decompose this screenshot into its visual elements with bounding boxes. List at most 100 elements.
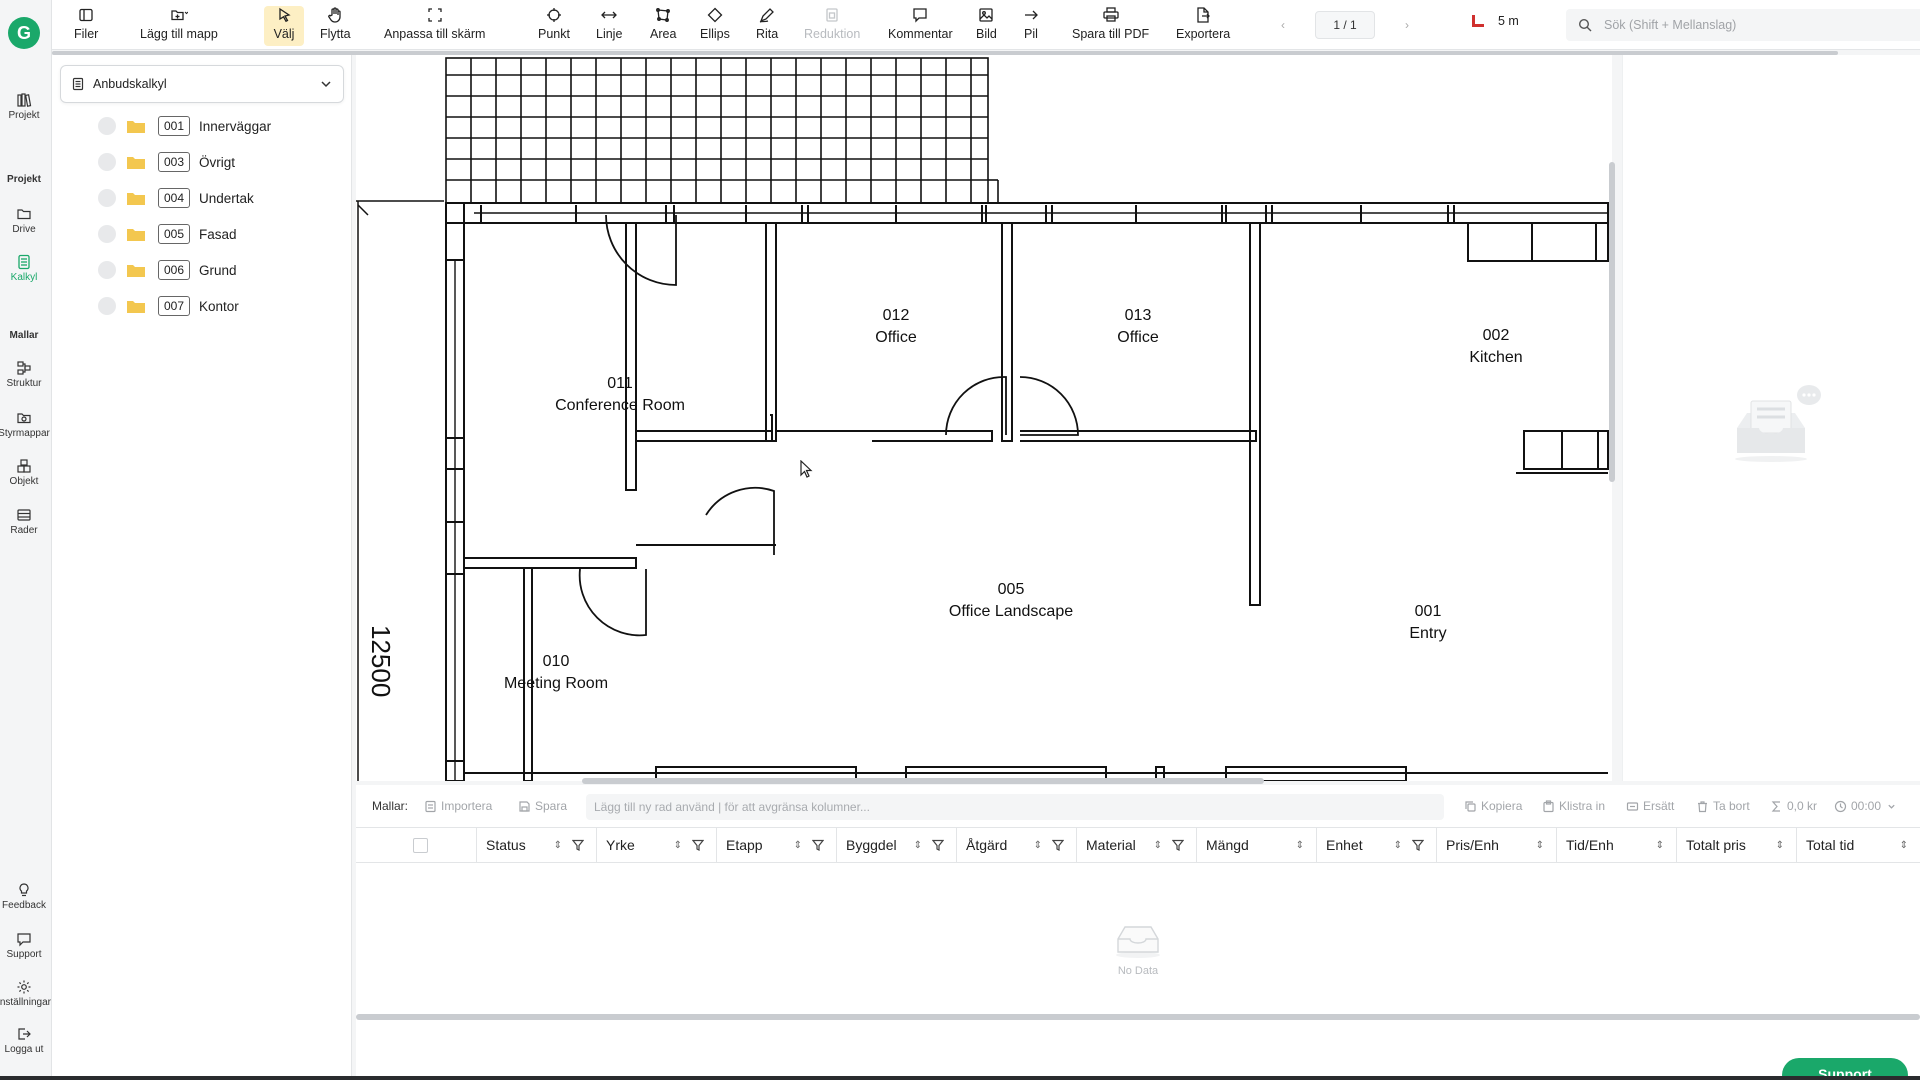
tree-item[interactable]: 007 Kontor	[98, 292, 348, 320]
kopiera-button[interactable]: Kopiera	[1464, 799, 1522, 813]
ta-bort-button[interactable]: Ta bort	[1696, 799, 1750, 813]
canvas-vertical-scrollbar[interactable]	[1609, 162, 1615, 482]
room-label-012[interactable]: 012 Office	[875, 305, 917, 349]
prev-page-icon[interactable]: ‹	[1281, 18, 1285, 32]
rail-feedback[interactable]: Feedback	[0, 882, 48, 911]
room-label-001[interactable]: 001 Entry	[1409, 601, 1446, 645]
column-header-status[interactable]: Status ⇕	[476, 828, 596, 862]
column-header-etapp[interactable]: Etapp ⇕	[716, 828, 836, 862]
rail-projekt[interactable]: Projekt	[0, 92, 48, 121]
tree-item[interactable]: 006 Grund	[98, 256, 348, 284]
tree-item[interactable]: 003 Övrigt	[98, 148, 348, 176]
sort-icon[interactable]: ⇕	[1296, 840, 1304, 851]
klistra-in-button[interactable]: Klistra in	[1542, 799, 1605, 813]
ersatt-button[interactable]: Ersätt	[1626, 799, 1674, 813]
column-header-enhet[interactable]: Enhet ⇕	[1316, 828, 1436, 862]
sort-icon[interactable]: ⇕	[1034, 840, 1042, 851]
filter-icon[interactable]	[1052, 839, 1064, 851]
tree-item[interactable]: 001 Innerväggar	[98, 112, 348, 140]
lagg-till-mapp-button[interactable]: Lägg till mapp	[136, 6, 222, 46]
punkt-button[interactable]: Punkt	[534, 6, 574, 46]
item-label: Innerväggar	[199, 118, 272, 134]
search-bar[interactable]	[1566, 9, 1920, 41]
column-header-material[interactable]: Material ⇕	[1076, 828, 1196, 862]
scale-indicator[interactable]: 5 m	[1472, 14, 1519, 28]
item-radio[interactable]	[98, 117, 116, 135]
rail-drive[interactable]: Drive	[0, 206, 48, 235]
room-label-011[interactable]: 011 Conference Room	[555, 373, 685, 417]
bild-button[interactable]: Bild	[972, 6, 1001, 46]
importera-button[interactable]: Importera	[424, 799, 492, 813]
item-radio[interactable]	[98, 261, 116, 279]
rita-button[interactable]: Rita	[752, 6, 782, 46]
page-indicator[interactable]: 1 / 1	[1315, 11, 1375, 39]
exportera-button[interactable]: Exportera	[1172, 6, 1234, 46]
sort-icon[interactable]: ⇕	[794, 840, 802, 851]
room-label-013[interactable]: 013 Office	[1117, 305, 1159, 349]
sort-icon[interactable]: ⇕	[1536, 840, 1544, 851]
rail-struktur[interactable]: Struktur	[0, 360, 48, 389]
sort-icon[interactable]: ⇕	[1776, 840, 1784, 851]
search-input[interactable]	[1604, 18, 1920, 32]
sort-icon[interactable]: ⇕	[1154, 840, 1162, 851]
column-header-totalt-pris[interactable]: Totalt pris ⇕	[1676, 828, 1796, 862]
rail-kalkyl[interactable]: Kalkyl	[0, 254, 48, 283]
filter-icon[interactable]	[1412, 839, 1424, 851]
linje-button[interactable]: Linje	[592, 6, 626, 46]
rail-objekt[interactable]: Objekt	[0, 458, 48, 487]
filter-icon[interactable]	[692, 839, 704, 851]
room-label-010[interactable]: 010 Meeting Room	[504, 651, 608, 695]
kommentar-button[interactable]: Kommentar	[884, 6, 957, 46]
filter-icon[interactable]	[1172, 839, 1184, 851]
valj-button[interactable]: Välj	[264, 6, 304, 46]
column-header-atgard[interactable]: Åtgärd ⇕	[956, 828, 1076, 862]
app-logo[interactable]: G	[8, 17, 40, 49]
filter-icon[interactable]	[932, 839, 944, 851]
item-radio[interactable]	[98, 153, 116, 171]
column-header-pris-enh[interactable]: Pris/Enh ⇕	[1436, 828, 1556, 862]
next-page-icon[interactable]: ›	[1405, 18, 1409, 32]
pil-button[interactable]: Pil	[1018, 6, 1044, 46]
item-radio[interactable]	[98, 189, 116, 207]
rail-styrmappar[interactable]: Styrmappar	[0, 410, 50, 439]
sort-icon[interactable]: ⇕	[674, 840, 682, 851]
rail-logga-ut[interactable]: Logga ut	[0, 1026, 48, 1055]
sort-icon[interactable]: ⇕	[1900, 840, 1908, 851]
new-row-input[interactable]	[594, 800, 1436, 814]
spara-button[interactable]: Spara	[518, 799, 567, 813]
rail-support[interactable]: Support	[0, 931, 48, 960]
canvas-horizontal-scrollbar[interactable]	[582, 778, 1264, 784]
sort-icon[interactable]: ⇕	[1394, 840, 1402, 851]
column-header-yrke[interactable]: Yrke ⇕	[596, 828, 716, 862]
spara-pdf-button[interactable]: Spara till PDF	[1068, 6, 1153, 46]
sort-icon[interactable]: ⇕	[1656, 840, 1664, 851]
filer-button[interactable]: Filer	[70, 6, 102, 46]
column-header-mangd[interactable]: Mängd ⇕	[1196, 828, 1316, 862]
time-display[interactable]: 00:00	[1834, 799, 1900, 813]
area-button[interactable]: Area	[646, 6, 680, 46]
ellips-button[interactable]: Ellips	[696, 6, 734, 46]
table-horizontal-scrollbar[interactable]	[356, 1014, 1920, 1020]
sort-icon[interactable]: ⇕	[554, 840, 562, 851]
new-row-field[interactable]	[586, 794, 1444, 820]
select-all-checkbox[interactable]	[413, 837, 428, 853]
anpassa-button[interactable]: Anpassa till skärm	[380, 6, 489, 46]
room-label-005[interactable]: 005 Office Landscape	[949, 579, 1073, 623]
rail-rader[interactable]: Rader	[0, 507, 48, 536]
filter-icon[interactable]	[572, 839, 584, 851]
room-label-002[interactable]: 002 Kitchen	[1469, 325, 1522, 369]
kalkyl-select[interactable]: Anbudskalkyl	[60, 65, 344, 103]
column-header-total-tid[interactable]: Total tid ⇕	[1796, 828, 1920, 862]
column-header-tid-enh[interactable]: Tid/Enh ⇕	[1556, 828, 1676, 862]
filter-icon[interactable]	[812, 839, 824, 851]
reduktion-button[interactable]: Reduktion	[800, 6, 864, 46]
tree-item[interactable]: 005 Fasad	[98, 220, 348, 248]
rail-installningar[interactable]: Inställningar	[0, 979, 51, 1008]
sort-icon[interactable]: ⇕	[914, 840, 922, 851]
flytta-button[interactable]: Flytta	[316, 6, 355, 46]
item-radio[interactable]	[98, 225, 116, 243]
column-header-byggdel[interactable]: Byggdel ⇕	[836, 828, 956, 862]
item-radio[interactable]	[98, 297, 116, 315]
drawing-canvas[interactable]: 12500 011 Conference Room 012 Office 013…	[356, 55, 1612, 781]
tree-item[interactable]: 004 Undertak	[98, 184, 348, 212]
